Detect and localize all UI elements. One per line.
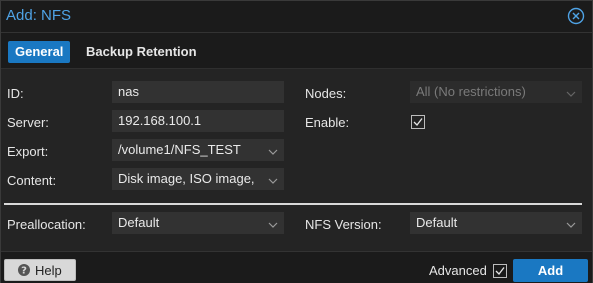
dialog-title: Add: NFS: [6, 7, 72, 24]
section-divider: [4, 203, 582, 205]
nodes-label: Nodes:: [305, 86, 347, 101]
chevron-down-icon: [267, 216, 279, 228]
tab-general[interactable]: General: [8, 41, 71, 63]
id-value: nas: [118, 84, 139, 99]
id-field[interactable]: nas: [112, 81, 284, 103]
preallocation-label: Preallocation:: [7, 217, 86, 232]
tab-backup-retention[interactable]: Backup Retention: [86, 41, 197, 63]
svg-text:?: ?: [21, 266, 27, 277]
preallocation-select[interactable]: Default: [112, 212, 284, 234]
close-icon[interactable]: [567, 7, 585, 25]
help-icon: ?: [17, 263, 31, 277]
tab-bar: General Backup Retention: [1, 33, 592, 69]
add-nfs-dialog: Add: NFS General Backup Retention ID: na…: [0, 0, 593, 283]
server-label: Server:: [7, 115, 49, 130]
enable-checkbox[interactable]: [411, 115, 425, 129]
form-panel: ID: nas Server: 192.168.100.1 Export: /v…: [1, 69, 592, 251]
export-label: Export:: [7, 144, 49, 159]
content-label: Content:: [7, 173, 57, 188]
export-value: /volume1/NFS_TEST: [118, 142, 241, 157]
export-select[interactable]: /volume1/NFS_TEST: [112, 139, 284, 161]
add-button[interactable]: Add: [513, 259, 588, 282]
dialog-titlebar: Add: NFS: [1, 1, 592, 33]
help-button[interactable]: ? Help: [4, 259, 76, 281]
nfs-version-value: Default: [416, 215, 458, 230]
advanced-label: Advanced: [429, 263, 487, 278]
content-value: Disk image, ISO image,: [118, 171, 255, 186]
nfs-version-label: NFS Version:: [305, 217, 382, 232]
help-button-label: Help: [35, 263, 62, 278]
nfs-version-select[interactable]: Default: [410, 212, 582, 234]
content-select[interactable]: Disk image, ISO image,: [112, 168, 284, 190]
server-field[interactable]: 192.168.100.1: [112, 110, 284, 132]
nodes-value: All (No restrictions): [416, 84, 526, 99]
advanced-checkbox[interactable]: [493, 264, 507, 278]
preallocation-value: Default: [118, 215, 160, 230]
enable-label: Enable:: [305, 115, 350, 130]
server-value: 192.168.100.1: [118, 113, 202, 128]
chevron-down-icon: [267, 143, 279, 155]
nodes-select[interactable]: All (No restrictions): [410, 81, 582, 103]
chevron-down-icon: [267, 172, 279, 184]
chevron-down-icon: [565, 85, 577, 97]
dialog-footer: ? Help Advanced Add: [1, 251, 592, 283]
id-label: ID:: [7, 86, 24, 101]
chevron-down-icon: [565, 216, 577, 228]
